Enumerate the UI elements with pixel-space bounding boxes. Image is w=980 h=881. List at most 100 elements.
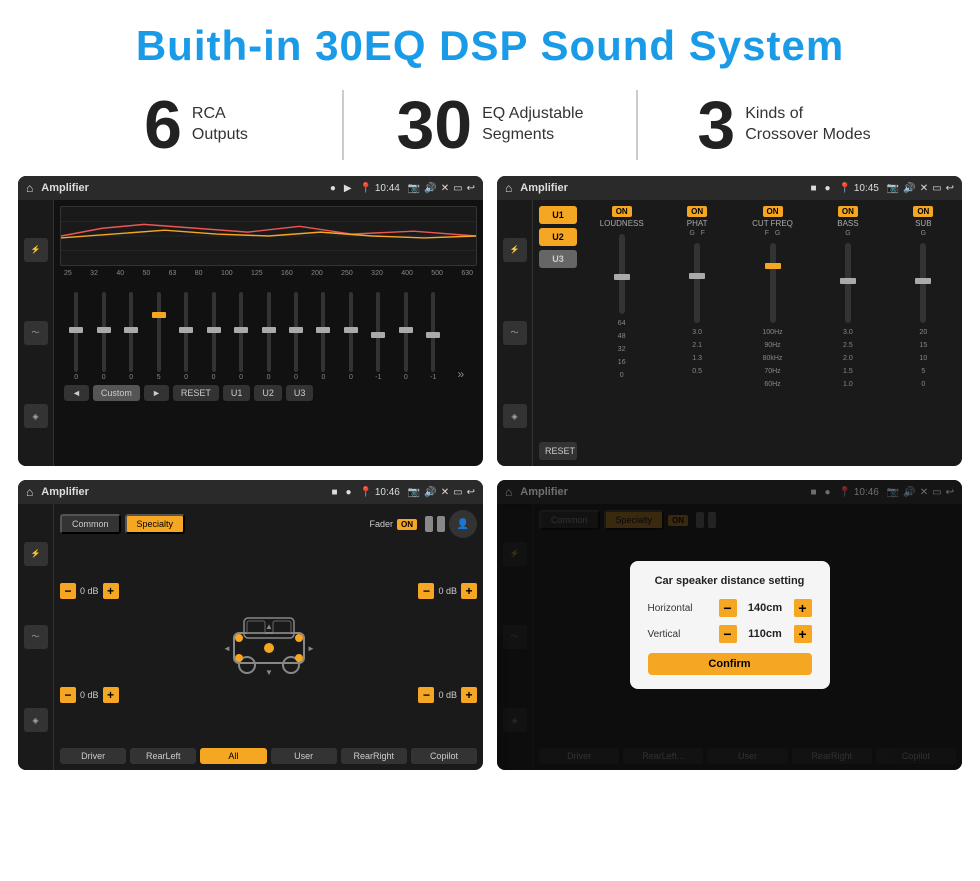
fader-dot1: ■: [332, 487, 338, 498]
eq-slider-8: 0: [256, 292, 280, 381]
phat-label: PHAT: [687, 219, 708, 228]
mixer-icon-3: ◈: [503, 404, 527, 428]
screens-grid: ⌂ Amplifier ● ▶ 📍 10:44 📷🔊✕▭↩ ⚡ 〜 ◈: [0, 176, 980, 780]
eq-dot-icon: ●: [330, 183, 336, 194]
custom-btn[interactable]: Custom: [93, 385, 140, 401]
user-btn[interactable]: User: [271, 748, 337, 764]
eq-slider-4: 5: [146, 292, 170, 381]
vol4-plus[interactable]: +: [461, 687, 477, 703]
fader-body: − 0 dB + − 0 dB +: [60, 542, 477, 744]
all-btn[interactable]: All: [200, 748, 266, 764]
mixer-icon-1: ⚡: [503, 238, 527, 262]
vol-2: − 0 dB +: [60, 687, 119, 703]
stat-rca-number: 6: [144, 91, 182, 159]
module-cutfreq: ON CUT FREQ F G 100Hz90Hz80kHz70Hz60Hz: [738, 206, 807, 460]
u2-btn[interactable]: U2: [254, 385, 282, 401]
mixer-reset-btn[interactable]: RESET: [539, 442, 577, 460]
svg-text:►: ►: [307, 644, 315, 653]
eq-graph: [60, 206, 477, 266]
page-title: Buith-in 30EQ DSP Sound System: [0, 0, 980, 80]
eq-graph-svg: [61, 207, 476, 265]
mixer-time: 📍 10:45: [839, 183, 879, 194]
sub-slider[interactable]: [920, 243, 926, 323]
vol2-minus[interactable]: −: [60, 687, 76, 703]
dialog-horizontal-row: Horizontal − 140cm +: [648, 599, 812, 617]
vol2-plus[interactable]: +: [103, 687, 119, 703]
prev-btn[interactable]: ◄: [64, 385, 89, 401]
stat-eq-number: 30: [396, 91, 472, 159]
eq-slider-14: -1: [421, 292, 445, 381]
eq-main: 2532405063 80100125160200 25032040050063…: [54, 200, 483, 466]
phat-slider[interactable]: [694, 243, 700, 323]
dialog-vertical-value: 110cm: [743, 628, 788, 640]
mixer-title: Amplifier: [520, 182, 802, 194]
eq-slider-6: 0: [201, 292, 225, 381]
vol-1: − 0 dB +: [60, 583, 119, 599]
vol3-value: 0 dB: [438, 586, 457, 596]
car-svg: ▲ ▼ ◄ ►: [219, 603, 319, 683]
loudness-slider[interactable]: [619, 234, 625, 314]
vol3-minus[interactable]: −: [418, 583, 434, 599]
vol4-value: 0 dB: [438, 690, 457, 700]
mixer-dot2: ●: [825, 183, 831, 194]
channel-u1[interactable]: U1: [539, 206, 577, 224]
vol1-minus[interactable]: −: [60, 583, 76, 599]
dialog-vertical-plus[interactable]: +: [794, 625, 812, 643]
mixer-channels: U1 U2 U3 RESET: [533, 200, 583, 466]
fader-bottom: Driver RearLeft All User RearRight Copil…: [60, 748, 477, 764]
eq-slider-3: 0: [119, 292, 143, 381]
stat-divider-2: [636, 90, 638, 160]
eq-title: Amplifier: [41, 182, 322, 194]
fader-on-toggle[interactable]: ON: [397, 519, 417, 530]
u3-btn[interactable]: U3: [286, 385, 314, 401]
fader-top-tabs: Common Specialty Fader ON 👤: [60, 510, 477, 538]
sub-numbers: 20151050: [919, 329, 927, 388]
reset-btn[interactable]: RESET: [173, 385, 219, 401]
channel-u2[interactable]: U2: [539, 228, 577, 246]
copilot-btn[interactable]: Copilot: [411, 748, 477, 764]
driver-btn[interactable]: Driver: [60, 748, 126, 764]
common-tab[interactable]: Common: [60, 514, 121, 534]
eq-slider-arrow: »: [449, 367, 473, 381]
svg-text:◄: ◄: [223, 644, 231, 653]
eq-slider-10: 0: [311, 292, 335, 381]
confirm-button[interactable]: Confirm: [648, 653, 812, 675]
cutfreq-on: ON: [763, 206, 783, 217]
dialog-box: Car speaker distance setting Horizontal …: [630, 561, 830, 689]
rear-right-btn[interactable]: RearRight: [341, 748, 407, 764]
fader-icon-2: 〜: [24, 625, 48, 649]
dialog-horizontal-minus[interactable]: −: [719, 599, 737, 617]
play-icon: ▶: [344, 183, 352, 194]
fader-time: 📍 10:46: [360, 487, 400, 498]
vol3-plus[interactable]: +: [461, 583, 477, 599]
dialog-title: Car speaker distance setting: [648, 575, 812, 587]
dialog-horizontal-plus[interactable]: +: [794, 599, 812, 617]
vol4-minus[interactable]: −: [418, 687, 434, 703]
play-btn[interactable]: ►: [144, 385, 169, 401]
fader-screen: ⌂ Amplifier ■ ● 📍 10:46 📷🔊✕▭↩ ⚡ 〜 ◈ Comm…: [18, 480, 483, 770]
fader-settings-icon[interactable]: 👤: [449, 510, 477, 538]
cutfreq-slider[interactable]: [770, 243, 776, 323]
vol1-plus[interactable]: +: [103, 583, 119, 599]
sub-label: SUB: [915, 219, 931, 228]
cutfreq-numbers: 100Hz90Hz80kHz70Hz60Hz: [762, 329, 782, 388]
specialty-tab[interactable]: Specialty: [125, 514, 186, 534]
cutfreq-label: CUT FREQ: [752, 219, 793, 228]
module-sub: ON SUB G 20151050: [889, 206, 958, 460]
bass-slider[interactable]: [845, 243, 851, 323]
eq-icon-3: ◈: [24, 404, 48, 428]
fader-label: Fader: [369, 519, 393, 529]
eq-sidebar: ⚡ 〜 ◈: [18, 200, 54, 466]
dialog-vertical-minus[interactable]: −: [719, 625, 737, 643]
channel-u3[interactable]: U3: [539, 250, 577, 268]
rear-left-btn[interactable]: RearLeft: [130, 748, 196, 764]
fader-icon-1: ⚡: [24, 542, 48, 566]
eq-bottom-bar[interactable]: ◄ Custom ► RESET U1 U2 U3: [60, 385, 477, 401]
left-vols: − 0 dB + − 0 dB +: [60, 542, 119, 744]
u1-btn[interactable]: U1: [223, 385, 251, 401]
bass-label: BASS: [837, 219, 858, 228]
mixer-icon-2: 〜: [503, 321, 527, 345]
stat-crossover: 3 Kinds ofCrossover Modes: [648, 91, 920, 159]
stat-eq: 30 EQ AdjustableSegments: [354, 91, 626, 159]
mixer-dot1: ■: [811, 183, 817, 194]
